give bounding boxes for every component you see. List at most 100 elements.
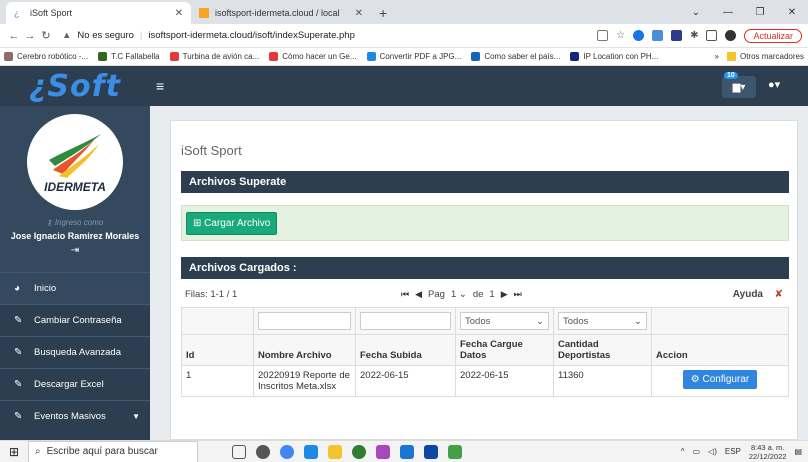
user-menu-icon[interactable]: ●▾ xyxy=(768,78,780,91)
profile-avatar-icon[interactable] xyxy=(725,30,737,41)
wrench-icon: ✎ xyxy=(14,315,23,326)
next-page-icon[interactable]: ▶ xyxy=(501,289,508,300)
app-header: ¿Soft ≡ 10 ▆▾ ●▾ xyxy=(0,66,808,106)
windows-start-icon[interactable]: ⊞ xyxy=(0,445,28,459)
app-icon[interactable] xyxy=(352,444,366,459)
app-icon[interactable] xyxy=(256,444,270,459)
bookmark-item[interactable]: T.C Fallabella xyxy=(98,52,160,61)
sidebar-item-inicio[interactable]: ◕ Inicio xyxy=(0,272,150,304)
chevron-down-icon: ▼ xyxy=(132,412,140,421)
maximize-icon[interactable]: ❐ xyxy=(744,7,776,18)
filter-nombre-input[interactable] xyxy=(258,312,351,330)
notifications-button[interactable]: 10 ▆▾ xyxy=(722,72,756,98)
column-header-fecha-subida[interactable]: Fecha Subida xyxy=(355,334,456,366)
search-icon: ⌕ xyxy=(35,446,41,457)
prev-page-icon[interactable]: ◀ xyxy=(415,289,422,300)
lang-indicator[interactable]: ESP xyxy=(725,447,741,456)
tab-title: iSoft Sport xyxy=(30,8,73,18)
bookmark-item[interactable]: Convertir PDF a JPG... xyxy=(366,52,461,61)
upload-file-button[interactable]: ⊞ Cargar Archivo xyxy=(186,212,278,235)
taskbar-search[interactable]: ⌕ Escribe aquí para buscar xyxy=(28,440,198,462)
menu-toggle-icon[interactable]: ≡ xyxy=(156,78,164,94)
cell-fecha-cargue: 2022-06-15 xyxy=(455,365,554,397)
key-icon: ⚷ xyxy=(46,218,55,227)
column-header-accion: Accion xyxy=(651,334,789,366)
battery-icon[interactable]: ▭ xyxy=(692,447,700,456)
app-icon[interactable] xyxy=(424,444,438,459)
sidepanel-icon[interactable] xyxy=(706,30,718,41)
org-emblem-icon xyxy=(49,134,101,178)
last-page-icon[interactable]: ⏭ xyxy=(514,289,522,300)
more-bookmarks-button[interactable]: » xyxy=(715,52,719,61)
extension-icon[interactable] xyxy=(671,30,683,41)
bookmark-item[interactable]: IP Location con PH... xyxy=(570,52,658,61)
browser-tab-inactive[interactable]: isoftsport-idermeta.cloud / local ✕ xyxy=(191,2,371,24)
table-row: 1 20220919 Reporte de Inscritos Meta.xls… xyxy=(181,365,789,397)
configure-button[interactable]: ⚙ Configurar xyxy=(682,370,758,389)
help-link[interactable]: Ayuda xyxy=(733,289,763,300)
sidebar-item-eventos-masivos[interactable]: ✎ Eventos Masivos ▼ xyxy=(0,400,150,432)
column-header-fecha-cargue[interactable]: Fecha Cargue Datos xyxy=(455,334,554,366)
vscode-icon[interactable] xyxy=(304,444,318,459)
app-logo[interactable]: ¿Soft xyxy=(0,66,150,106)
sidebar-item-busqueda-avanzada[interactable]: ✎ Busqueda Avanzada xyxy=(0,336,150,368)
task-view-icon[interactable] xyxy=(232,444,246,459)
reload-icon[interactable]: ↻ xyxy=(38,29,54,42)
app-icon[interactable] xyxy=(448,444,462,459)
star-icon[interactable]: ☆ xyxy=(616,30,625,41)
url-field[interactable]: ▲ No es seguro | isoftsport-idermeta.clo… xyxy=(62,30,597,41)
grid-toolbar: Filas: 1-1 / 1 ⏮ ◀ Pag 1 ⌄ de 1 ▶ ⏭ Ayud… xyxy=(181,283,789,305)
extension-icon[interactable] xyxy=(652,30,664,41)
close-tab-icon[interactable]: ✕ xyxy=(355,8,363,19)
sidebar-item-label: Busqueda Avanzada xyxy=(34,347,121,358)
forward-icon[interactable]: → xyxy=(22,30,38,42)
tab-search-icon[interactable]: ⌄ xyxy=(680,7,712,18)
profile-block: IDERMETA ⚷ Ingreso como Jose Ignacio Ram… xyxy=(0,106,150,272)
page-title: iSoft Sport xyxy=(181,143,242,158)
sidebar-item-descargar-excel[interactable]: ✎ Descargar Excel xyxy=(0,368,150,400)
sidebar-item-label: Eventos Masivos xyxy=(34,411,106,422)
warning-icon: ▲ xyxy=(62,30,72,41)
url-separator: | xyxy=(139,30,143,41)
column-header-cantidad[interactable]: Cantidad Deportistas xyxy=(553,334,652,366)
bookmark-item[interactable]: Como saber el país... xyxy=(471,52,560,61)
bookmark-item[interactable]: Cómo hacer un Ge... xyxy=(269,52,357,61)
bookmark-favicon-icon xyxy=(471,52,481,61)
filter-cantidad-select[interactable]: Todos ⌄ xyxy=(558,312,647,330)
clear-filter-icon[interactable]: ✘ xyxy=(775,289,783,300)
browser-tab-active[interactable]: ¿ iSoft Sport ✕ xyxy=(6,2,191,24)
dashboard-icon: ◕ xyxy=(14,283,21,294)
minimize-icon[interactable]: — xyxy=(712,7,744,18)
back-icon[interactable]: ← xyxy=(6,30,22,42)
page-select[interactable]: 1 ⌄ xyxy=(451,289,467,300)
close-tab-icon[interactable]: ✕ xyxy=(175,8,183,19)
app-icon[interactable] xyxy=(400,444,414,459)
youtube-icon xyxy=(169,52,179,61)
notifications-center-icon[interactable]: ▤ xyxy=(794,447,802,456)
volume-icon[interactable]: ◁) xyxy=(708,447,717,456)
update-button[interactable]: Actualizar xyxy=(744,28,802,43)
first-page-icon[interactable]: ⏮ xyxy=(401,289,409,300)
logout-icon[interactable]: ⇥ xyxy=(71,245,79,256)
sidebar-item-cambiar-contrasena[interactable]: ✎ Cambiar Contraseña xyxy=(0,304,150,336)
user-name: Jose Ignacio Ramirez Morales xyxy=(10,231,140,241)
bookmark-item[interactable]: Cerebro robótico -... xyxy=(4,52,88,61)
extension-icon[interactable] xyxy=(633,30,645,41)
filter-fecha-cargue-select[interactable]: Todos ⌄ xyxy=(460,312,549,330)
bookmark-item[interactable]: Turbina de avión ca... xyxy=(169,52,259,61)
file-explorer-icon[interactable] xyxy=(328,444,342,459)
other-bookmarks[interactable]: Otros marcadores xyxy=(740,52,804,61)
app-icon[interactable] xyxy=(376,444,390,459)
column-header-nombre[interactable]: Nombre Archivo xyxy=(253,334,356,366)
new-tab-button[interactable]: + xyxy=(371,2,395,24)
tray-chevron-icon[interactable]: ^ xyxy=(681,447,685,456)
taskbar-apps xyxy=(232,444,462,459)
filter-fecha-subida-input[interactable] xyxy=(360,312,451,330)
clock[interactable]: 8:43 a. m. 22/12/2022 xyxy=(749,443,787,461)
close-window-icon[interactable]: ✕ xyxy=(776,7,808,18)
share-icon[interactable] xyxy=(597,30,609,41)
chrome-icon[interactable] xyxy=(280,444,294,459)
column-header-id[interactable]: Id xyxy=(181,334,254,366)
taskbar: ⊞ ⌕ Escribe aquí para buscar ^ ▭ ◁) ESP … xyxy=(0,440,808,462)
puzzle-icon[interactable]: ✱ xyxy=(690,30,698,41)
